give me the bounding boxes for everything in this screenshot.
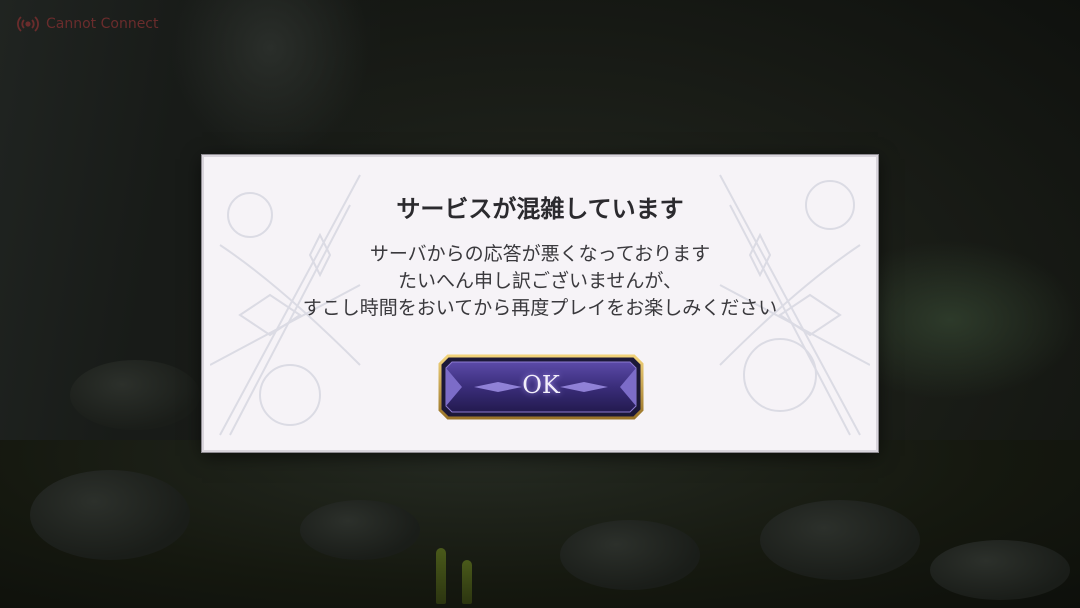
dialog-message-line: すこし時間をおいてから再度プレイをお楽しみください [302,297,778,319]
dialog-message-line: サーバからの応答が悪くなっております [369,243,711,265]
background-boulder [760,500,920,580]
ok-button-label: OK [522,371,560,399]
background-plant [436,548,446,604]
background-rock-top [170,0,370,160]
ok-button[interactable]: OK [436,352,646,422]
game-screen: Cannot Connect サービスが混雑しています サーバからの応答が悪くな… [0,0,1080,608]
background-boulder [930,540,1070,600]
connection-status: Cannot Connect [16,12,159,36]
dialog-title: サービスが混雑しています [396,194,684,223]
background-boulder [560,520,700,590]
background-plant [462,560,472,604]
background-boulder [300,500,420,560]
dialog-message: サーバからの応答が悪くなっております たいへん申し訳ございませんが、 すこし時間… [244,241,836,322]
background-boulder [70,360,200,430]
error-dialog: サービスが混雑しています サーバからの応答が悪くなっております たいへん申し訳ご… [202,155,878,452]
dialog-message-line: たいへん申し訳ございませんが、 [397,270,683,292]
connection-status-text: Cannot Connect [46,16,159,32]
signal-broadcast-icon [16,12,40,36]
background-boulder [30,470,190,560]
